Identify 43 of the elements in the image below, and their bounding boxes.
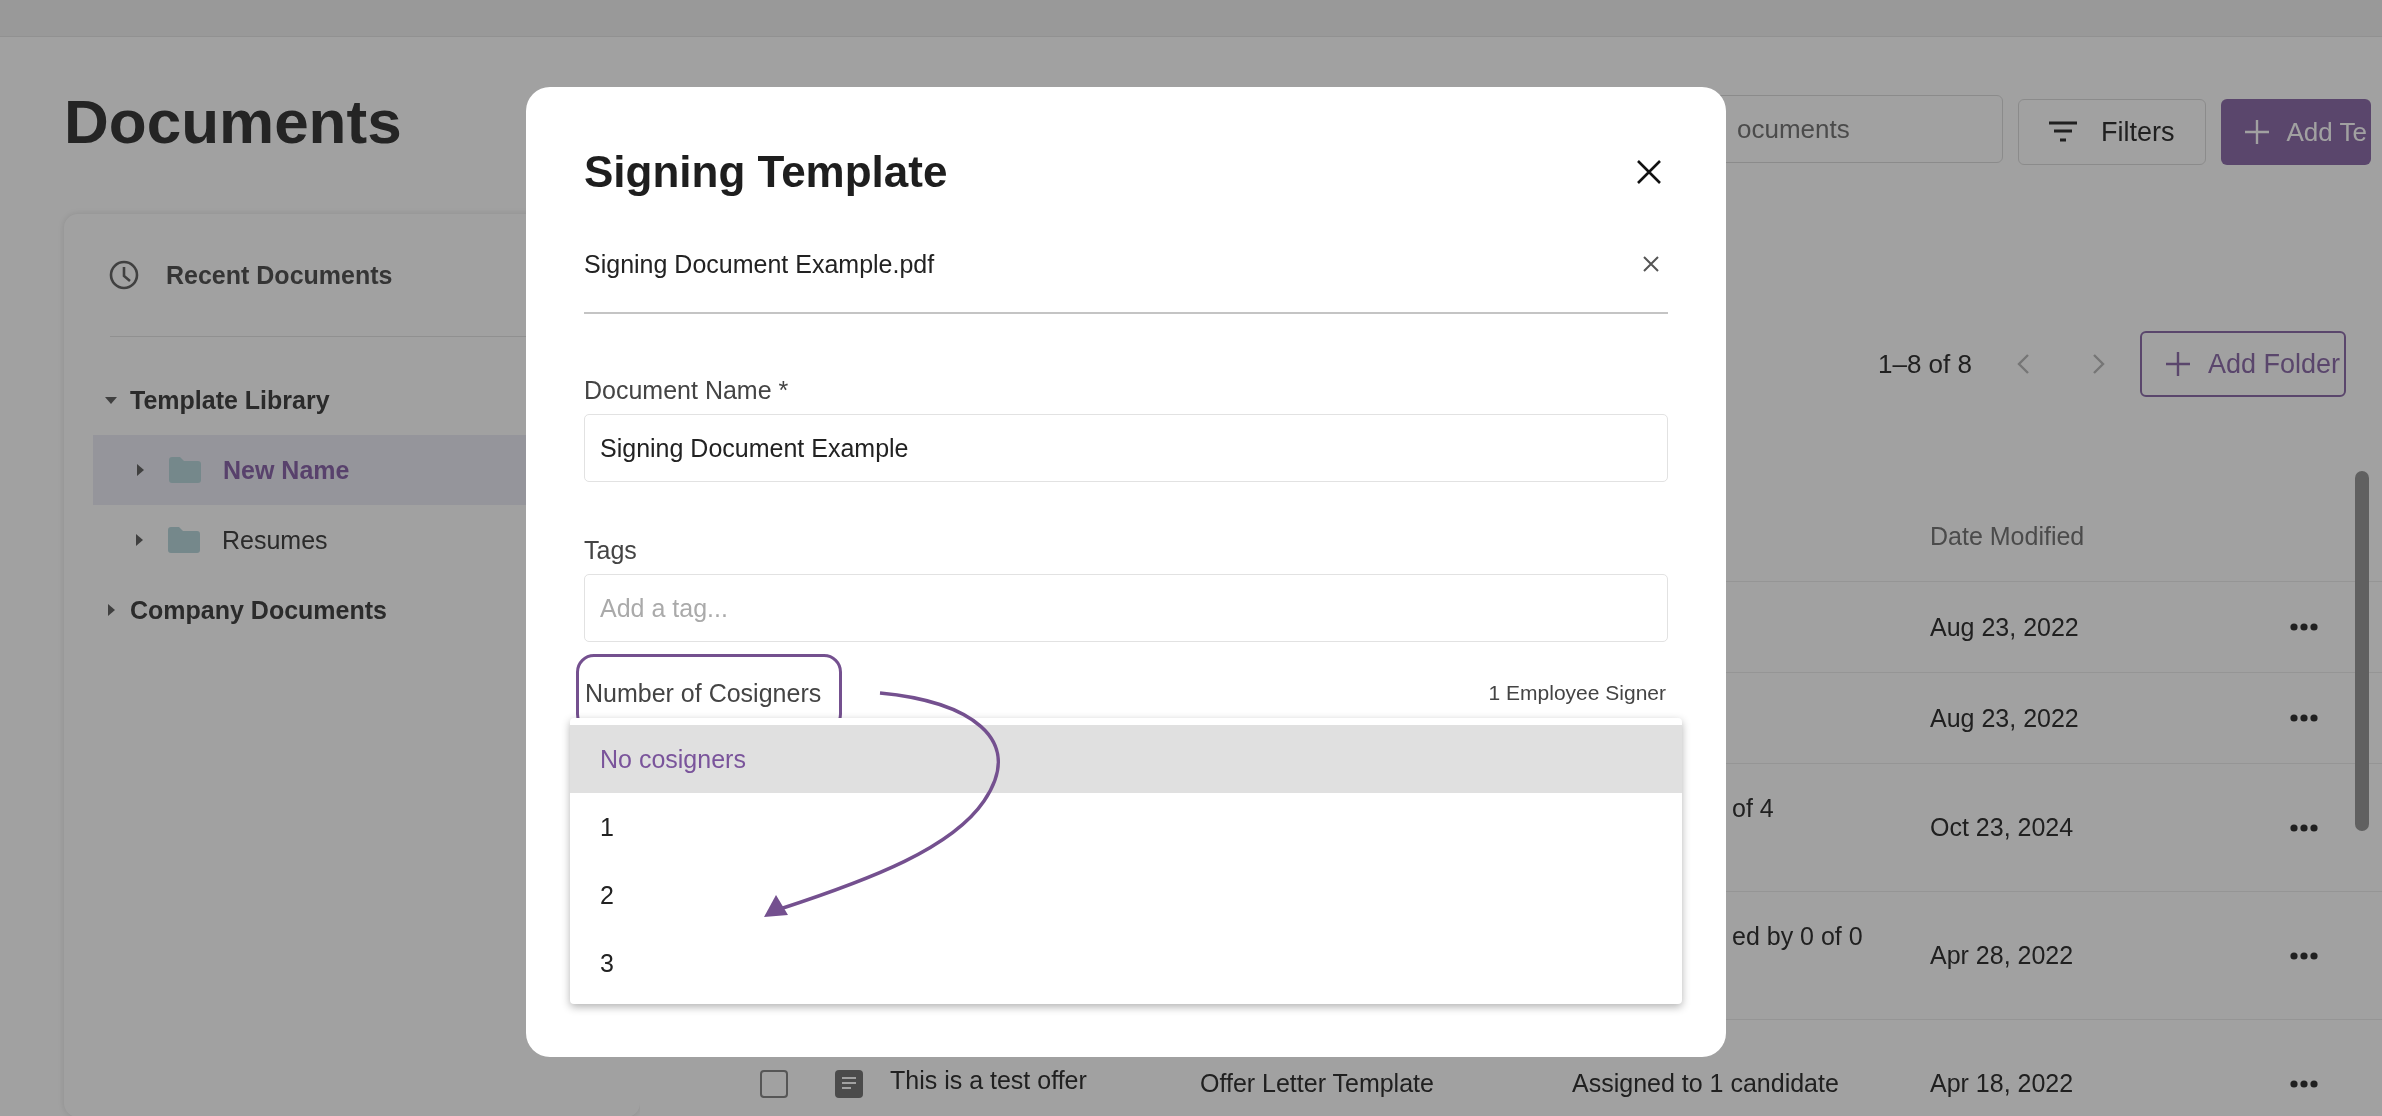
menu-option[interactable]: 3 (570, 929, 1682, 997)
dialog-title: Signing Template (584, 146, 948, 198)
close-icon[interactable] (1636, 159, 1662, 185)
plus-icon (2242, 118, 2271, 146)
checkbox[interactable] (760, 1069, 788, 1098)
more-icon[interactable] (2290, 951, 2318, 960)
field-label: Tags (584, 535, 638, 566)
more-icon[interactable] (2290, 714, 2318, 722)
table-cell-text: of 4 (1731, 793, 1775, 823)
menu-option[interactable]: No cosigners (570, 725, 1682, 793)
table-cell-text: Aug 23, 2022 (1930, 612, 2080, 642)
add-folder-button[interactable]: Add Folder (2140, 331, 2347, 397)
more-icon[interactable] (2290, 823, 2318, 832)
field-label: Document Name * (584, 375, 790, 406)
table-cell-text: Oct 23, 2024 (1930, 813, 2075, 842)
input-field[interactable]: Add a tag... (584, 574, 1668, 642)
filter-icon (2049, 121, 2077, 143)
input-field[interactable]: Signing Document Example (584, 414, 1668, 482)
filters-button[interactable]: Filters (2018, 99, 2206, 165)
more-icon[interactable] (2290, 1079, 2318, 1088)
document-icon (835, 1069, 863, 1098)
plus-icon (2164, 350, 2192, 378)
table-cell-text: This is a test offer (890, 1065, 1088, 1095)
remove-icon[interactable] (1642, 255, 1660, 273)
add-template-button[interactable]: Add Te (2220, 99, 2371, 165)
more-icon[interactable] (2290, 623, 2318, 631)
menu-option[interactable]: 1 (570, 793, 1682, 861)
page-range: 1–8 of 8 (1878, 348, 1972, 380)
scrollbar[interactable] (2355, 471, 2369, 831)
hint-text: 1 Employee Signer (1488, 681, 1666, 705)
menu-option[interactable]: 2 (570, 861, 1682, 929)
clock-icon (108, 259, 140, 291)
page-title: Documents (64, 86, 403, 158)
file-name: Signing Document Example.pdf (584, 249, 935, 279)
table-cell-text: ed by 0 of 0 (1731, 921, 1864, 951)
table-cell-text: Assigned to 1 candidate (1572, 1069, 1840, 1098)
table-cell-text: Offer Letter Template (1200, 1069, 1435, 1098)
folder-icon (168, 527, 200, 553)
table-cell-text: Aug 23, 2022 (1930, 703, 2080, 733)
table-cell-text: Apr 28, 2022 (1930, 941, 2075, 970)
column-header[interactable]: Date Modified (1930, 521, 2290, 551)
folder-icon (169, 457, 201, 483)
table-cell-text: Apr 18, 2022 (1930, 1069, 2075, 1098)
